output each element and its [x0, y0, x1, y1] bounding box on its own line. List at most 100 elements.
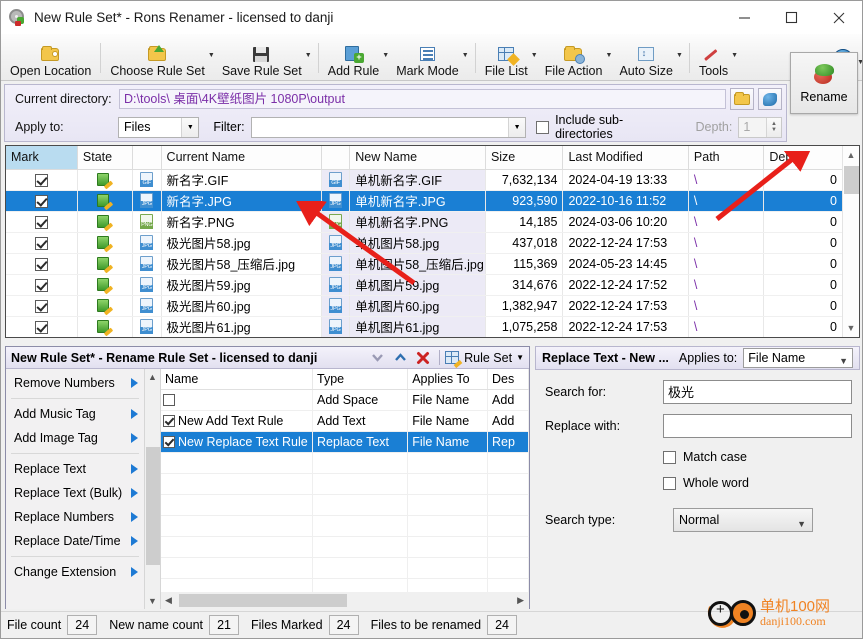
filter-input[interactable]: ▼	[250, 116, 527, 138]
submenu-arrow-icon[interactable]	[131, 512, 138, 522]
row-mark-checkbox[interactable]	[6, 190, 78, 212]
chevron-down-icon[interactable]: ▼	[508, 117, 526, 137]
rule-category-item[interactable]: Replace Text (Bulk)	[6, 481, 144, 505]
rename-button[interactable]: Rename	[790, 52, 858, 114]
submenu-arrow-icon[interactable]	[131, 536, 138, 546]
search-type-select[interactable]: Normal ▼	[673, 508, 813, 532]
file-list-vertical-scrollbar[interactable]: ▲ ▼	[842, 146, 859, 337]
column-header-path[interactable]: Path	[688, 146, 765, 170]
column-header-state[interactable]: State	[77, 146, 133, 170]
rule-row-name[interactable]: New Add Text Rule	[161, 410, 313, 432]
toolbar-save-rule-set[interactable]: Save Rule Set	[217, 33, 307, 78]
submenu-arrow-icon[interactable]	[131, 409, 138, 419]
submenu-arrow-icon[interactable]	[131, 433, 138, 443]
rule-column-description[interactable]: Des	[487, 369, 529, 390]
rule-column-name[interactable]: Name	[161, 369, 313, 390]
submenu-arrow-icon[interactable]	[131, 378, 138, 388]
table-row[interactable]: JPG 新名字.JPG JPG 单机新名字.JPG 923,590 2022-10-16 …	[6, 190, 843, 212]
rule-category-item[interactable]: Replace Numbers	[6, 505, 144, 529]
rule-row-name[interactable]	[161, 389, 313, 411]
scroll-up-icon[interactable]: ▲	[847, 146, 856, 164]
refresh-button[interactable]	[758, 88, 782, 110]
column-header-mark[interactable]: Mark	[6, 146, 78, 170]
file-list-table[interactable]: Mark State Current Name New Name Size La…	[5, 145, 860, 338]
scroll-right-icon[interactable]: ▶	[517, 595, 524, 606]
minimize-button[interactable]	[721, 1, 768, 34]
row-path[interactable]: \	[688, 169, 765, 191]
column-header-icon2[interactable]	[321, 146, 351, 170]
toolbar-tools[interactable]: Tools	[694, 33, 733, 78]
row-mark-checkbox[interactable]	[6, 316, 78, 337]
applies-to-select[interactable]: File Name ▼	[743, 348, 853, 368]
column-header-icon[interactable]	[132, 146, 162, 170]
row-mark-checkbox[interactable]	[6, 253, 78, 275]
scroll-left-icon[interactable]: ◀	[165, 595, 172, 606]
row-mark-checkbox[interactable]	[6, 169, 78, 191]
row-path[interactable]: \	[688, 295, 765, 317]
scroll-down-icon[interactable]: ▼	[847, 319, 856, 337]
rule-enabled-checkbox[interactable]	[163, 415, 175, 428]
row-path[interactable]: \	[688, 190, 765, 212]
chevron-down-icon[interactable]: ▼	[516, 353, 524, 362]
rule-category-scrollbar[interactable]: ▲ ▼	[145, 369, 161, 609]
row-mark-checkbox[interactable]	[6, 232, 78, 254]
column-header-size[interactable]: Size	[485, 146, 564, 170]
depth-input[interactable]: 1 ▲ ▼	[738, 116, 783, 138]
browse-folder-button[interactable]	[730, 88, 754, 110]
row-path[interactable]: \	[688, 274, 765, 296]
rule-enabled-checkbox[interactable]	[163, 436, 175, 449]
close-button[interactable]	[815, 1, 862, 34]
search-for-input[interactable]: 极光	[663, 380, 852, 404]
rule-row[interactable]: New Add Text Rule Add Text File Name Add	[161, 410, 529, 432]
toolbar-open-location[interactable]: Open Location	[5, 33, 96, 78]
column-header-last-modified[interactable]: Last Modified	[562, 146, 689, 170]
rule-category-item[interactable]: Add Music Tag	[6, 402, 144, 426]
column-header-new-name[interactable]: New Name	[349, 146, 486, 170]
toolbar-add-rule[interactable]: + Add Rule	[323, 33, 384, 78]
scrollbar-thumb[interactable]	[844, 166, 859, 194]
toolbar-file-action[interactable]: File Action	[540, 33, 608, 78]
rule-enabled-checkbox[interactable]	[163, 394, 175, 407]
rule-table-horizontal-scrollbar[interactable]: ◀ ▶	[161, 592, 529, 609]
chevron-down-icon[interactable]: ▼	[181, 117, 199, 137]
scroll-up-icon[interactable]: ▲	[148, 372, 157, 382]
rule-category-item[interactable]: Replace Text	[6, 457, 144, 481]
depth-spinner[interactable]: ▲ ▼	[766, 117, 782, 137]
delete-rule-button[interactable]	[412, 351, 434, 365]
toolbar-mark-mode[interactable]: Mark Mode	[391, 33, 464, 78]
row-path[interactable]: \	[688, 253, 765, 275]
include-subdirs-checkbox[interactable]	[536, 120, 550, 134]
row-mark-checkbox[interactable]	[6, 295, 78, 317]
apply-to-select[interactable]: Files ▼	[118, 116, 200, 138]
scrollbar-thumb[interactable]	[179, 594, 347, 607]
row-mark-checkbox[interactable]	[6, 274, 78, 296]
table-row[interactable]: JPG 极光图片61.jpg JPG 单机图片61.jpg 1,075,258 2022-…	[6, 316, 843, 337]
toolbar-auto-size[interactable]: ↕ Auto Size	[614, 33, 678, 78]
whole-word-checkbox[interactable]	[663, 476, 676, 490]
rule-row[interactable]: New Replace Text Rule Replace Text File Na…	[161, 431, 529, 453]
row-path[interactable]: \	[688, 211, 765, 233]
row-path[interactable]: \	[688, 232, 765, 254]
column-header-current-name[interactable]: Current Name	[161, 146, 322, 170]
maximize-button[interactable]	[768, 1, 815, 34]
rule-row[interactable]: Add Space File Name Add	[161, 389, 529, 411]
rule-column-applies-to[interactable]: Applies To	[407, 369, 489, 390]
replace-with-input[interactable]	[663, 414, 852, 438]
match-case-checkbox[interactable]	[663, 450, 676, 464]
rule-set-menu-button[interactable]: Rule Set ▼	[445, 350, 524, 368]
row-mark-checkbox[interactable]	[6, 211, 78, 233]
table-row[interactable]: GIF 新名字.GIF GIF 单机新名字.GIF 7,632,134 2024-04-1…	[6, 169, 843, 191]
rule-category-list[interactable]: Remove Numbers Add Music Tag Add Image Tag…	[6, 369, 145, 609]
scroll-down-icon[interactable]: ▼	[148, 596, 157, 606]
table-row[interactable]: PNG 新名字.PNG PNG 单机新名字.PNG 14,185 2024-03-06 1…	[6, 211, 843, 233]
rule-category-item[interactable]: Add Image Tag	[6, 426, 144, 450]
submenu-arrow-icon[interactable]	[131, 567, 138, 577]
rule-category-item[interactable]: Remove Numbers	[6, 371, 144, 395]
row-path[interactable]: \	[688, 316, 765, 337]
rule-row-name[interactable]: New Replace Text Rule	[161, 431, 313, 453]
current-directory-input[interactable]: D:\tools\ 桌面\4K壁纸图片 1080P\output	[119, 89, 726, 109]
move-rule-up-button[interactable]	[389, 352, 412, 364]
table-row[interactable]: JPG 极光图片58.jpg JPG 单机图片58.jpg 437,018 2022-12…	[6, 232, 843, 254]
move-rule-down-button[interactable]	[366, 352, 389, 364]
toolbar-choose-rule-set[interactable]: Choose Rule Set	[105, 33, 210, 78]
